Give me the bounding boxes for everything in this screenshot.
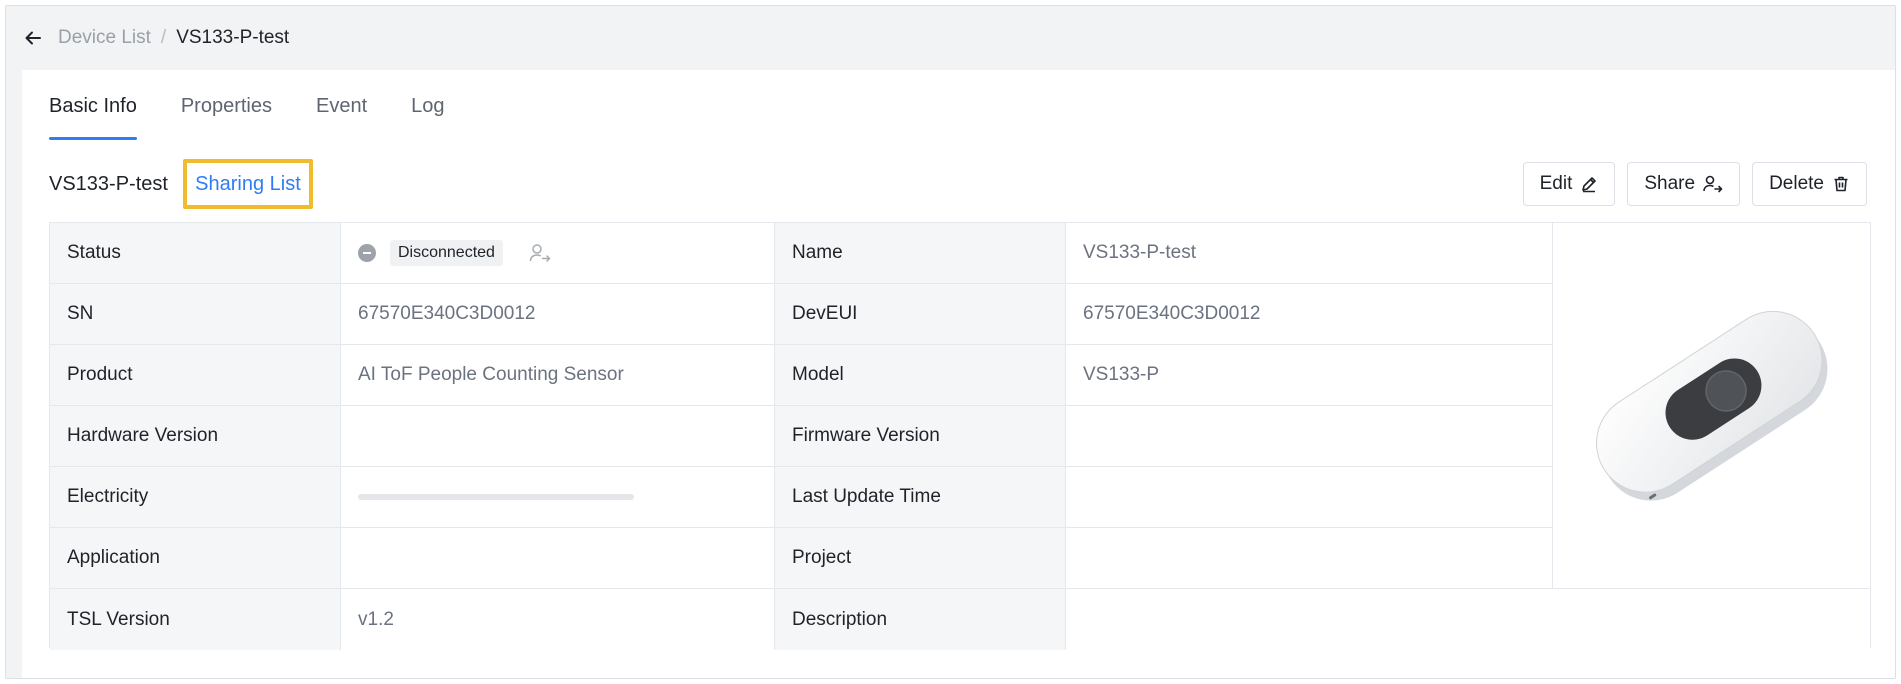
pencil-icon (1580, 175, 1598, 193)
firmware-version-label: Firmware Version (775, 406, 1066, 466)
model-label: Model (775, 345, 1066, 405)
trash-icon (1832, 175, 1850, 193)
table-row: Product AI ToF People Counting Sensor Mo… (50, 345, 1553, 406)
table-row: Status Disconnected Name VS133-P-test (50, 223, 1553, 284)
sharing-list-highlight: Sharing List (182, 159, 313, 209)
table-row: Electricity Last Update Time (50, 467, 1553, 528)
page-header: Device List / VS133-P-test (6, 6, 1895, 70)
last-update-time-label: Last Update Time (775, 467, 1066, 527)
table-row: SN 67570E340C3D0012 DevEUI 67570E340C3D0… (50, 284, 1553, 345)
project-value (1066, 528, 1553, 588)
description-label: Description (775, 589, 1066, 650)
status-value: Disconnected (341, 223, 775, 283)
device-image (1553, 223, 1870, 589)
sn-label: SN (50, 284, 341, 344)
application-label: Application (50, 528, 341, 588)
name-value: VS133-P-test (1066, 223, 1553, 283)
hardware-version-value (341, 406, 775, 466)
table-row: Hardware Version Firmware Version (50, 406, 1553, 467)
product-value: AI ToF People Counting Sensor (341, 345, 775, 405)
product-label: Product (50, 345, 341, 405)
user-share-icon (1703, 175, 1723, 193)
share-button-label: Share (1644, 173, 1696, 194)
table-row: TSL Version v1.2 Description (50, 589, 1870, 650)
firmware-version-value (1066, 406, 1553, 466)
electricity-bar (358, 494, 634, 500)
tsl-version-label: TSL Version (50, 589, 341, 650)
device-subheader: VS133-P-test Sharing List Edit Share Del… (49, 159, 1867, 209)
model-value: VS133-P (1066, 345, 1553, 405)
application-value (341, 528, 775, 588)
electricity-label: Electricity (50, 467, 341, 527)
last-update-time-value (1066, 467, 1553, 527)
action-buttons: Edit Share Delete (1522, 162, 1867, 206)
edit-button-label: Edit (1539, 173, 1573, 194)
arrow-left-icon[interactable] (22, 27, 44, 49)
breadcrumb-current: VS133-P-test (176, 27, 290, 48)
tab-event[interactable]: Event (316, 95, 367, 140)
name-label: Name (775, 223, 1066, 283)
breadcrumb-separator: / (160, 27, 167, 48)
minus-circle-icon (358, 244, 376, 262)
deveui-value: 67570E340C3D0012 (1066, 284, 1553, 344)
tab-bar: Basic Info Properties Event Log (49, 70, 489, 140)
deveui-label: DevEUI (775, 284, 1066, 344)
user-share-icon[interactable] (529, 243, 551, 263)
delete-button[interactable]: Delete (1752, 162, 1867, 206)
project-label: Project (775, 528, 1066, 588)
tab-basic-info[interactable]: Basic Info (49, 95, 137, 140)
device-detail-card: Basic Info Properties Event Log VS133-P-… (22, 70, 1895, 678)
tab-properties[interactable]: Properties (181, 95, 272, 140)
breadcrumb-device-list[interactable]: Device List (58, 27, 151, 48)
status-label: Status (50, 223, 341, 283)
share-button[interactable]: Share (1627, 162, 1741, 206)
electricity-value (341, 467, 775, 527)
hardware-version-label: Hardware Version (50, 406, 341, 466)
breadcrumb: Device List / VS133-P-test (58, 27, 289, 49)
sn-value: 67570E340C3D0012 (341, 284, 775, 344)
description-value (1066, 589, 1870, 650)
tsl-version-value: v1.2 (341, 589, 775, 650)
delete-button-label: Delete (1769, 173, 1824, 194)
edit-button[interactable]: Edit (1522, 162, 1616, 206)
table-row: Application Project (50, 528, 1553, 589)
tab-log[interactable]: Log (411, 95, 444, 140)
sharing-list-link[interactable]: Sharing List (195, 173, 301, 196)
page-frame: Device List / VS133-P-test Basic Info Prop… (5, 5, 1896, 679)
device-info-table: Status Disconnected Name VS133-P-test SN… (49, 222, 1871, 650)
device-name: VS133-P-test (49, 172, 168, 195)
status-badge: Disconnected (390, 240, 503, 266)
